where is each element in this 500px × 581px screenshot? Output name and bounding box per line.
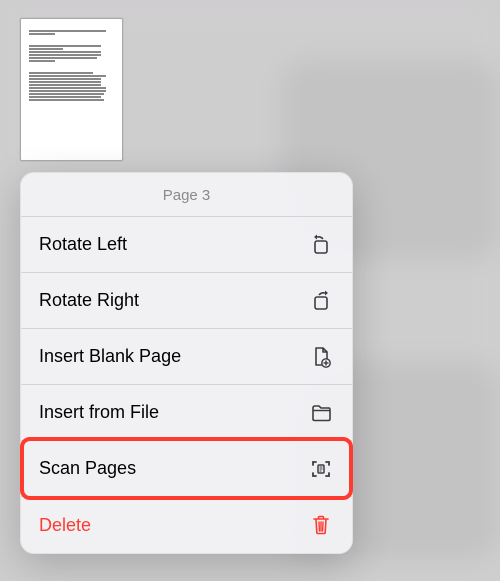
trash-icon bbox=[308, 514, 334, 536]
insert-blank-icon bbox=[308, 346, 334, 368]
menu-item-label: Rotate Right bbox=[39, 290, 308, 311]
rotate-right-icon bbox=[308, 290, 334, 312]
scan-icon bbox=[308, 458, 334, 480]
page-thumbnail[interactable] bbox=[20, 18, 123, 161]
menu-item-label: Insert Blank Page bbox=[39, 346, 308, 367]
menu-item-label: Rotate Left bbox=[39, 234, 308, 255]
menu-item-label: Delete bbox=[39, 515, 308, 536]
rotate-left-icon bbox=[308, 234, 334, 256]
folder-icon bbox=[308, 402, 334, 424]
menu-item-rotate-left[interactable]: Rotate Left bbox=[21, 217, 352, 273]
menu-item-insert-file[interactable]: Insert from File bbox=[21, 385, 352, 441]
menu-title: Page 3 bbox=[21, 173, 352, 217]
menu-item-label: Insert from File bbox=[39, 402, 308, 423]
menu-item-label: Scan Pages bbox=[39, 458, 308, 479]
menu-item-rotate-right[interactable]: Rotate Right bbox=[21, 273, 352, 329]
context-menu: Page 3 Rotate Left Rotate Right Insert Bla… bbox=[20, 172, 353, 554]
menu-item-scan-pages[interactable]: Scan Pages bbox=[21, 441, 352, 497]
menu-item-insert-blank[interactable]: Insert Blank Page bbox=[21, 329, 352, 385]
menu-item-delete[interactable]: Delete bbox=[21, 497, 352, 553]
